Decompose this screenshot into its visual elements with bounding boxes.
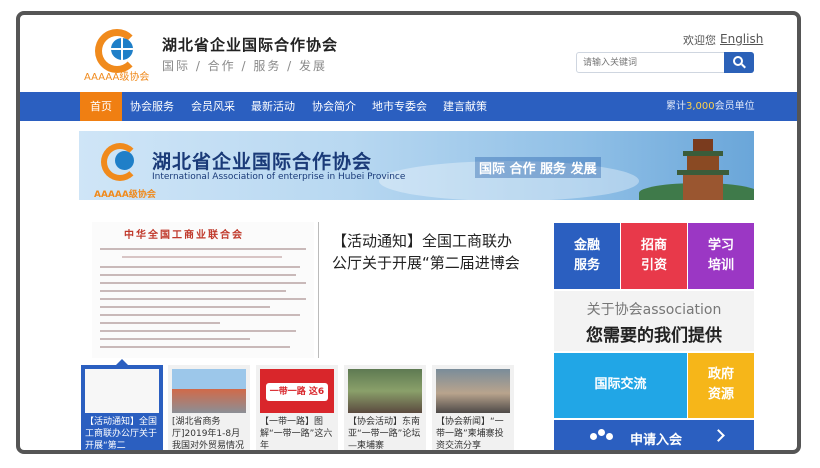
thumb-caption: 【一带一路】图解“一带一路”这六年	[260, 417, 333, 451]
english-link[interactable]: English	[720, 32, 763, 46]
featured-headline[interactable]: 【活动通知】全国工商联办公厅关于开展“第二届进博会	[332, 230, 526, 274]
search-input[interactable]	[583, 56, 723, 70]
news-thumb-5[interactable]: 【协会新闻】“一带一路”柬埔寨投资交流分享	[432, 365, 514, 451]
nav-item-home[interactable]: 首页	[80, 92, 122, 121]
thumb-image	[172, 369, 246, 413]
thumb-caption: 【活动通知】全国工商联办公厅关于开展“第二	[85, 417, 158, 451]
news-thumb-1[interactable]: 【活动通知】全国工商联办公厅关于开展“第二	[81, 365, 163, 451]
nav-item-committees[interactable]: 地市专委会	[372, 92, 427, 121]
assoc-heading: 关于协会association	[586, 302, 722, 318]
welcome-text: 欢迎您	[683, 34, 716, 47]
thumb-image	[348, 369, 422, 413]
tile-international-exchange[interactable]: 国际交流	[554, 353, 687, 418]
browser-frame: AAAAA级协会 湖北省企业国际合作协会 国际 / 合作 / 服务 / 发展 欢…	[16, 11, 801, 454]
apply-membership-button[interactable]: 申请入会	[554, 420, 754, 450]
news-thumb-4[interactable]: 【协会活动】东南亚“一带一路”论坛—柬埔寨	[344, 365, 426, 451]
tile-government-resources[interactable]: 政府 资源	[688, 353, 754, 418]
nav-item-activities[interactable]: 最新活动	[251, 92, 295, 121]
chevron-right-icon	[712, 429, 725, 442]
banner-title: 湖北省企业国际合作协会	[152, 151, 373, 173]
member-count: 累计3,000会员单位	[666, 101, 755, 112]
thumb-image	[85, 369, 159, 413]
news-thumb-3[interactable]: 一带一路 这6年! 【一带一路】图解“一带一路”这六年	[256, 365, 338, 451]
thumb-caption: [湖北省商务厅]2019年1-8月我国对外贸易情况	[172, 417, 245, 451]
tile-training[interactable]: 学习 培训	[688, 223, 754, 289]
people-icon	[590, 429, 614, 447]
banner-slogan: 国际 合作 服务 发展	[475, 157, 601, 178]
thumb-caption: 【协会新闻】“一带一路”柬埔寨投资交流分享	[436, 417, 504, 451]
about-association-panel[interactable]: 关于协会association 您需要的我们提供	[554, 291, 754, 351]
site-tagline: 国际 / 合作 / 服务 / 发展	[162, 59, 328, 73]
thumb-overlay-text: 一带一路 这6年!	[266, 383, 328, 415]
hero-banner: 湖北省企业国际合作协会 International Association of…	[79, 131, 754, 200]
tile-finance-services[interactable]: 金融 服务	[554, 223, 620, 289]
assoc-slogan: 您需要的我们提供	[586, 326, 722, 346]
banner-english: International Association of enterprise …	[152, 172, 406, 182]
featured-news-image[interactable]: 中华全国工商业联合会	[92, 222, 314, 358]
nav-item-members[interactable]: 会员风采	[191, 92, 235, 121]
search-box	[576, 52, 754, 73]
thumb-image	[436, 369, 510, 413]
apply-label: 申请入会	[630, 433, 683, 448]
yellow-crane-tower-icon	[675, 139, 731, 200]
site-title: 湖北省企业国际合作协会	[162, 36, 339, 54]
main-nav: 首页 协会服务 会员风采 最新活动 协会简介 地市专委会 建言献策 累计3,00…	[20, 92, 797, 121]
doc-header: 中华全国工商业联合会	[124, 230, 244, 241]
news-divider	[318, 222, 319, 358]
thumb-caption: 【协会活动】东南亚“一带一路”论坛—柬埔寨	[348, 417, 421, 451]
logo-rating: AAAAA级协会	[84, 72, 150, 83]
banner-globe-icon	[115, 151, 134, 170]
nav-item-services[interactable]: 协会服务	[130, 92, 174, 121]
globe-icon	[111, 38, 133, 60]
news-thumb-2[interactable]: [湖北省商务厅]2019年1-8月我国对外贸易情况	[168, 365, 250, 451]
thumb-image: 一带一路 这6年!	[260, 369, 334, 415]
search-button[interactable]	[724, 52, 754, 73]
nav-item-about[interactable]: 协会简介	[312, 92, 356, 121]
nav-item-suggestions[interactable]: 建言献策	[443, 92, 487, 121]
tile-investment[interactable]: 招商 引资	[621, 223, 687, 289]
banner-rating: AAAAA级协会	[94, 190, 156, 200]
